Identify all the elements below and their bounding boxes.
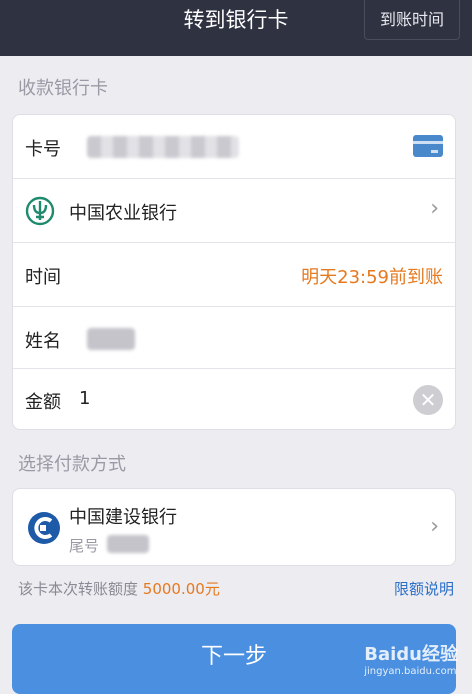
card-number-row[interactable]: 卡号	[13, 115, 455, 179]
receiver-card: 卡号 中国农业银行 › 时间 明天23:59前到账 姓名 金额 1 ✕	[12, 114, 456, 430]
name-label: 姓名	[25, 331, 61, 352]
card-tail-masked	[107, 535, 149, 553]
card-tail-label: 尾号	[69, 537, 100, 555]
name-row[interactable]: 姓名	[13, 307, 455, 369]
limit-amount: 5000.00元	[142, 580, 220, 598]
bank-card-icon[interactable]	[413, 135, 443, 157]
baidu-watermark: Baidu经验 jingyan.baidu.com	[364, 640, 458, 677]
amount-label: 金额	[25, 392, 61, 413]
time-label: 时间	[25, 267, 61, 288]
limit-explanation-link[interactable]: 限额说明	[394, 578, 454, 599]
arrival-time-value: 明天23:59前到账	[301, 267, 443, 288]
payment-bank-name: 中国建设银行	[69, 507, 177, 528]
clear-icon[interactable]: ✕	[413, 385, 443, 415]
amount-input[interactable]: 1	[79, 388, 90, 409]
abc-bank-logo-icon	[25, 196, 55, 226]
watermark-logo: Baidu经验	[364, 644, 458, 665]
chevron-right-icon: ›	[430, 514, 439, 539]
receiver-bank-name: 中国农业银行	[69, 203, 177, 224]
ccb-bank-logo-icon	[28, 512, 60, 544]
top-bar: 转到银行卡 到账时间	[0, 0, 472, 56]
bank-select-row[interactable]: 中国农业银行 ›	[13, 179, 455, 243]
payment-section-label: 选择付款方式	[18, 454, 126, 475]
card-number-label: 卡号	[25, 139, 61, 160]
watermark-url: jingyan.baidu.com	[364, 666, 457, 677]
amount-row[interactable]: 金额 1 ✕	[13, 369, 455, 431]
card-number-masked	[87, 136, 239, 158]
arrival-time-button[interactable]: 到账时间	[364, 0, 460, 40]
receiver-name-masked	[87, 328, 135, 350]
next-button-label: 下一步	[200, 644, 267, 669]
transfer-limit-text: 该卡本次转账额度 5000.00元	[18, 578, 220, 599]
limit-prefix: 该卡本次转账额度	[18, 580, 139, 598]
chevron-right-icon: ›	[430, 196, 439, 221]
receiver-section-label: 收款银行卡	[18, 78, 108, 99]
time-row: 时间 明天23:59前到账	[13, 243, 455, 307]
payment-method-card[interactable]: 中国建设银行 尾号 ›	[12, 488, 456, 566]
